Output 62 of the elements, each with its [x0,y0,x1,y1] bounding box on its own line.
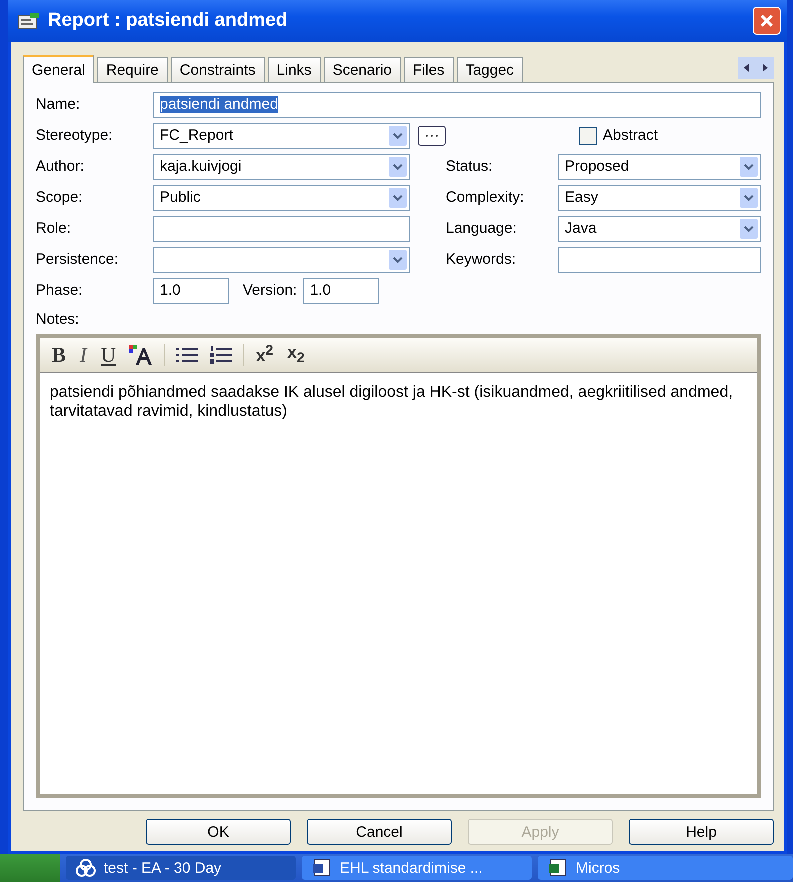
dropdown-field[interactable]: Java [558,216,761,242]
checkbox[interactable] [579,126,597,144]
field-label: Author: [36,158,86,175]
dropdown-field[interactable]: FC_Report [153,122,410,148]
window-title: Report : patsiendi andmed [48,10,289,32]
tab-scroll-left-icon[interactable] [742,63,752,73]
rings-icon [76,859,96,877]
taskbar-button[interactable]: test - EA - 30 Day [66,856,296,880]
close-button[interactable] [753,7,781,35]
italic-button[interactable]: I [78,342,90,368]
taskbar-button[interactable]: Micros [538,856,793,880]
field-label: Persistence: [36,251,120,268]
superscript-button[interactable]: x$^{2}$ [254,343,276,367]
bold-button[interactable]: B [50,342,68,368]
subscript-button[interactable]: x$_{2}$ [286,343,307,367]
window-icon [18,12,40,30]
dropdown-field[interactable]: Public [153,184,410,210]
field-label: Role: [36,220,72,237]
checkbox-label: Abstract [603,127,658,144]
tab[interactable]: Files [404,57,454,82]
text-field[interactable] [153,216,410,242]
field-label: Scope: [36,189,84,206]
dialog-button[interactable]: Help [629,819,774,845]
dropdown-field[interactable]: Easy [558,184,761,210]
start-button-edge[interactable] [0,854,60,882]
field-label: Language: [446,220,518,237]
dialog-button[interactable]: OK [146,819,291,845]
spreadsheet-icon [548,859,568,877]
browse-button[interactable] [418,126,446,146]
phase-field[interactable]: 1.0 [153,278,229,304]
field-label: Name: [36,96,82,113]
field-label: Stereotype: [36,127,114,144]
text-field[interactable] [558,246,761,272]
font-color-icon[interactable] [128,344,154,366]
dropdown-field[interactable]: Proposed [558,154,761,180]
close-icon [759,13,775,29]
dropdown-field[interactable]: kaja.kuivjogi [153,154,410,180]
notes-field[interactable]: patsiendi põhiandmed saadakse IK alusel digiloost ja HK-st (isikuandmed, aegkriitilised andmed, tarvitatavad ravimid, kindlustatus) [40,372,757,794]
field-label: Keywords: [446,251,518,268]
tab[interactable]: Require [97,57,168,82]
dialog-button[interactable]: Cancel [307,819,452,845]
tab[interactable]: Taggec [456,57,524,82]
underline-button[interactable]: U [99,342,118,368]
document-icon [312,859,332,877]
field-label: Status: [446,158,494,175]
tab[interactable]: Scenario [324,57,402,82]
dropdown-field[interactable] [153,246,410,272]
ellipsis-icon [425,134,439,138]
field-label: Phase: [36,282,84,299]
taskbar-button[interactable]: EHL standardimise ... [302,856,532,880]
notes-text: patsiendi põhiandmed saadakse IK alusel digiloost ja HK-st (isikuandmed, aegkriitilised andmed, tarvitatavad ravimid, kindlustatus) [50,383,734,421]
field-label: Complexity: [446,189,526,206]
tab[interactable]: Constraints [170,57,265,82]
field-label: Notes: [36,310,80,330]
tab-scroll-right-icon[interactable] [760,63,770,73]
field-label: Version: [243,282,298,299]
tab[interactable]: General [23,55,94,83]
version-field[interactable]: 1.0 [303,278,380,304]
tab[interactable]: Links [268,57,321,82]
bullet-list-icon[interactable] [175,345,200,365]
numbered-list-icon[interactable] [209,345,234,365]
name-field[interactable]: patsiendi andmed [153,92,761,118]
